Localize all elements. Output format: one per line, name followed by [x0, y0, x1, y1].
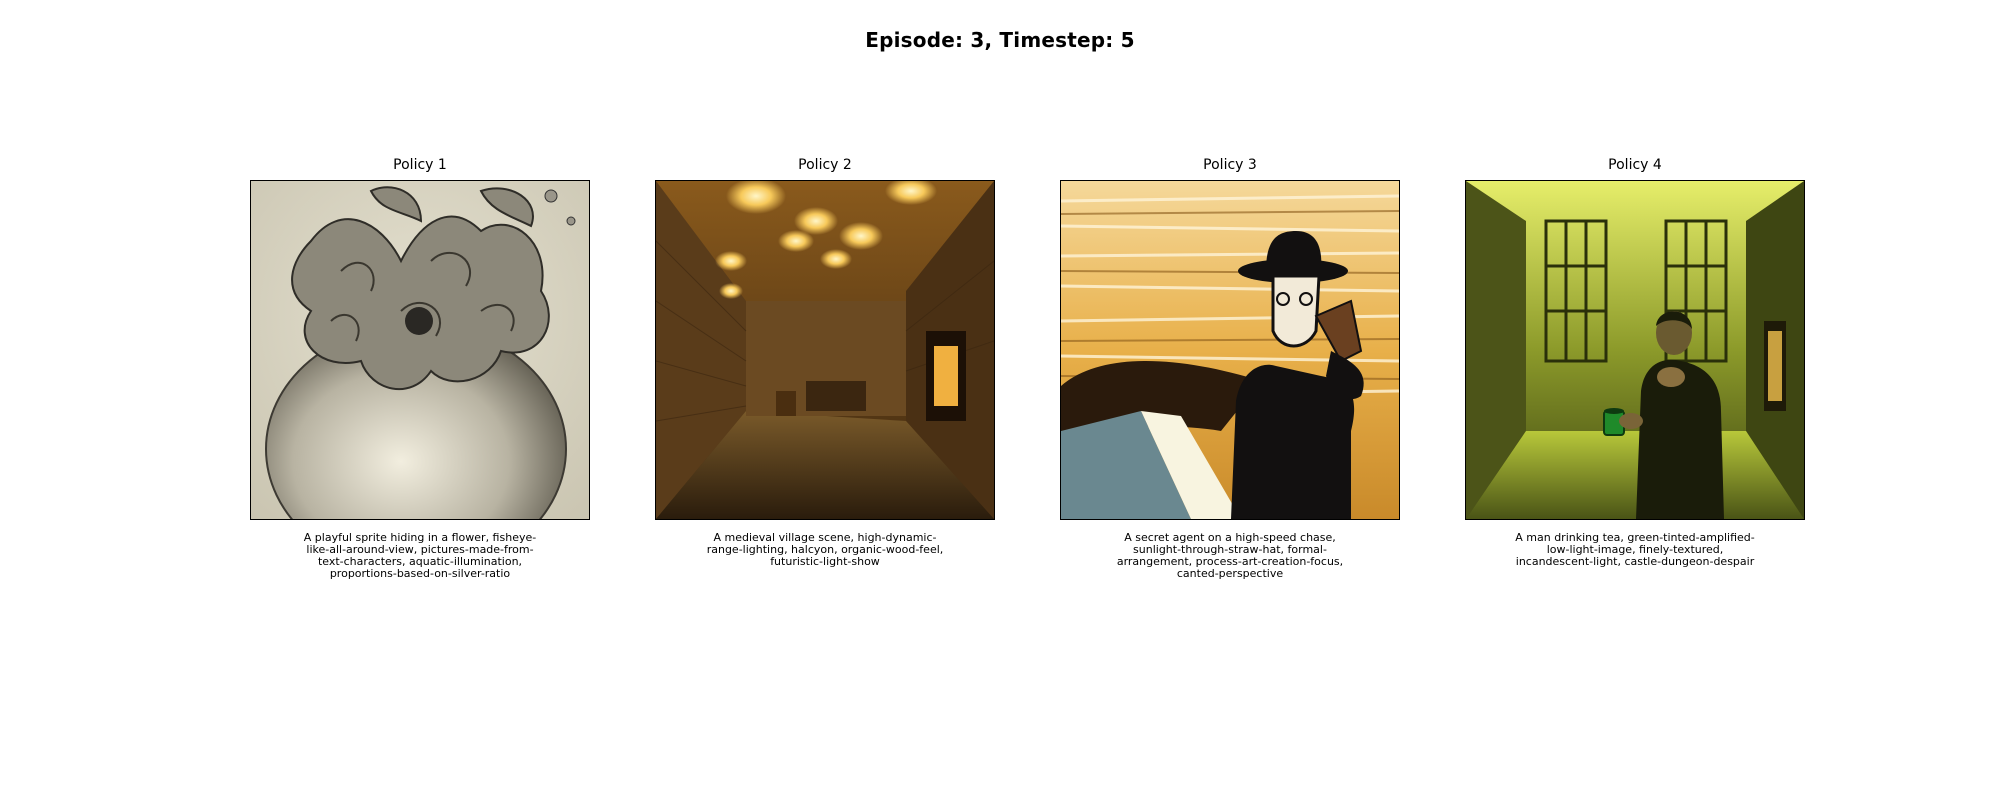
panel-title: Policy 2: [798, 157, 852, 173]
panel-caption: A man drinking tea, green-tinted-amplifi…: [1515, 531, 1755, 568]
policy-panel-4: Policy 4 A man drinking tea, green-tinte…: [1465, 156, 1805, 568]
medieval-cellar-image: [655, 180, 995, 520]
panel-title: Policy 1: [393, 157, 447, 173]
page-title: Episode: 3, Timestep: 5: [865, 28, 1135, 52]
policy-panel-1: Policy 1 A playful sprite hiding in a fl…: [250, 156, 590, 580]
vase-flower-sketch-image: [250, 180, 590, 520]
policy-panel-3: Policy 3 A secret agent on a high-speed …: [1060, 156, 1400, 580]
panel-caption: A secret agent on a high-speed chase, su…: [1116, 531, 1344, 580]
panel-title: Policy 3: [1203, 157, 1257, 173]
panel-caption: A medieval village scene, high-dynamic-r…: [706, 531, 944, 568]
panel-title: Policy 4: [1608, 157, 1662, 173]
secret-agent-silhouette-image: [1060, 180, 1400, 520]
panel-caption: A playful sprite hiding in a flower, fis…: [303, 531, 537, 580]
man-drinking-tea-dungeon-image: [1465, 180, 1805, 520]
policy-panel-2: Policy 2 A medieval village scene, high-…: [655, 156, 995, 568]
